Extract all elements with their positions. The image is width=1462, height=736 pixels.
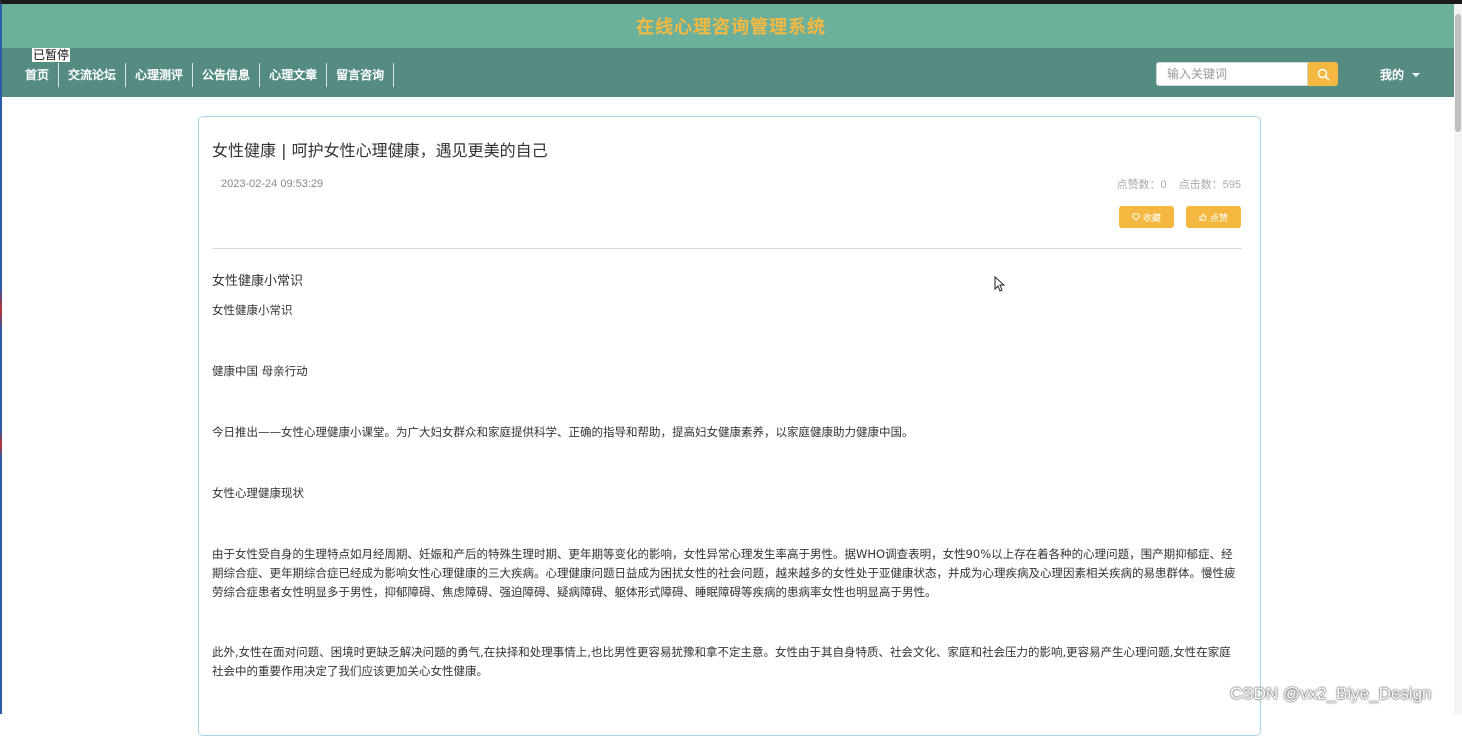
favorite-button[interactable]: 收藏: [1119, 206, 1174, 228]
user-menu-label: 我的: [1380, 68, 1405, 82]
paragraph: 此外,女性在面对问题、困境时更缺乏解决问题的勇气,在抉择和处理事情上,也比男性更…: [212, 645, 1231, 678]
paragraph: 今日推出——女性心理健康小课堂。为广大妇女群众和家庭提供科学、正确的指导和帮助，…: [212, 425, 914, 439]
paragraph: 女性健康小常识: [212, 303, 293, 317]
site-title: 在线心理咨询管理系统: [636, 17, 826, 38]
nav-item-consult[interactable]: 留言咨询: [327, 63, 395, 87]
divider: [212, 248, 1242, 249]
paused-label: 已暂停: [32, 48, 71, 62]
nav-bar: 已暂停 首页 交流论坛 心理测评 公告信息 心理文章 留言咨询 我的: [2, 48, 1460, 97]
section-heading: 女性健康小常识: [212, 274, 304, 289]
article-card: 女性健康 | 呵护女性心理健康，遇见更美的自己 2023-02-24 09:53…: [198, 116, 1261, 736]
search-input[interactable]: [1156, 62, 1308, 86]
nav-menu: 首页 交流论坛 心理测评 公告信息 心理文章 留言咨询: [16, 63, 395, 87]
caret-down-icon: [1412, 72, 1421, 77]
nav-item-home[interactable]: 首页: [16, 63, 60, 87]
paragraph: 女性心理健康现状: [212, 486, 304, 500]
scrollbar-thumb[interactable]: [1455, 14, 1461, 132]
favorite-button-label: 收藏: [1142, 213, 1161, 224]
thumb-up-icon: [1199, 213, 1207, 221]
scrollbar[interactable]: [1454, 4, 1462, 714]
like-button[interactable]: 点赞: [1186, 206, 1241, 228]
article-date: 2023-02-24 09:53:29: [221, 178, 324, 190]
like-button-label: 点赞: [1209, 213, 1228, 224]
paragraph: 健康中国 母亲行动: [212, 364, 308, 378]
search-button[interactable]: [1308, 62, 1338, 86]
nav-item-assessment[interactable]: 心理测评: [126, 63, 194, 87]
paragraph: 由于女性受自身的生理特点如月经周期、妊娠和产后的特殊生理时期、更年期等变化的影响…: [212, 547, 1236, 599]
watermark: CSDN @vx2_Biye_Design: [1230, 684, 1432, 703]
article-title: 女性健康 | 呵护女性心理健康，遇见更美的自己: [212, 141, 548, 160]
window-edge: [0, 4, 2, 714]
like-count: 点赞数：0: [1116, 179, 1167, 191]
search-icon: [1317, 68, 1330, 81]
site-header: 在线心理咨询管理系统: [2, 4, 1460, 48]
article-stats: 点赞数：0 点击数：595: [1117, 176, 1241, 192]
nav-item-forum[interactable]: 交流论坛: [59, 63, 127, 87]
nav-item-articles[interactable]: 心理文章: [260, 63, 328, 87]
nav-item-announcements[interactable]: 公告信息: [193, 63, 261, 87]
heart-icon: [1131, 213, 1140, 221]
click-count: 点击数：595: [1178, 179, 1241, 191]
mouse-cursor-icon: [994, 275, 1006, 296]
user-menu[interactable]: 我的: [1380, 66, 1421, 83]
